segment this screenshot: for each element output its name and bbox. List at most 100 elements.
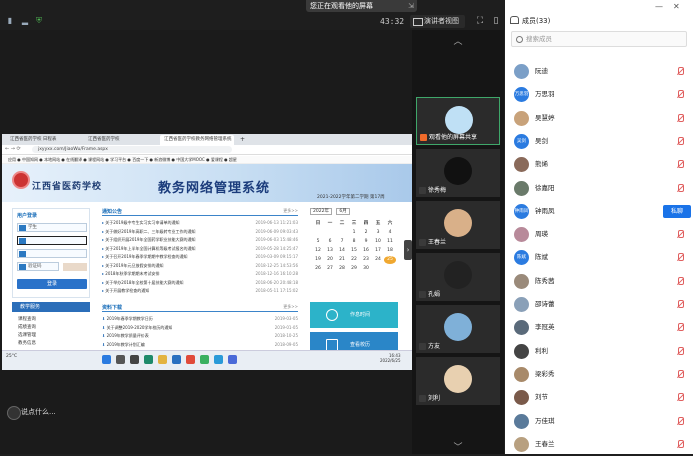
calendar-day[interactable]: 28	[336, 265, 348, 273]
video-tile[interactable]: 刘利	[416, 357, 500, 405]
member-search-input[interactable]: 搜索成员	[511, 31, 687, 47]
collapse-panel-icon[interactable]: ›	[404, 240, 412, 260]
schedule-tile[interactable]: 作息时间	[310, 302, 398, 328]
wechat-icon[interactable]	[200, 355, 209, 364]
calendar-day[interactable]: 17	[372, 247, 384, 255]
member-row[interactable]: 陈秀茜	[505, 270, 693, 293]
browser-tab[interactable]: 江西省医药学校 日程表	[6, 135, 60, 145]
download-item[interactable]: ⬇ 2019年春季学期教学日历 2019-03-05	[102, 315, 298, 322]
edge-icon[interactable]	[144, 355, 153, 364]
calendar-day[interactable]: 21	[336, 256, 348, 264]
edu-menu-item[interactable]: 教务信息	[18, 340, 36, 346]
calendar-day[interactable]: 14	[336, 247, 348, 255]
meeting-app-icon[interactable]	[214, 355, 223, 364]
member-row[interactable]: 邵诗蕾	[505, 293, 693, 316]
download-more-link[interactable]: 更多>>	[283, 304, 298, 310]
calendar-day[interactable]: 9	[360, 238, 372, 246]
download-item[interactable]: ⬇ 2019年教学质量评价表 2018-10-25	[102, 332, 298, 339]
notice-item[interactable]: ▸ 关于召开2019年春季学期期中教学检查的通知 2019-03-09 09:15…	[102, 253, 298, 260]
member-row[interactable]: 周瑛	[505, 223, 693, 246]
member-row[interactable]: 阮迪	[505, 60, 693, 83]
security-shield-icon[interactable]: ⛨	[34, 16, 44, 26]
member-row[interactable]: 吴慧婷	[505, 107, 693, 130]
login-button[interactable]: 登录	[17, 279, 87, 289]
notice-item[interactable]: ▸ 关于组织开展2019年全国药学职业技能大赛的通知 2019-06-03 15:…	[102, 236, 298, 243]
calendar-day[interactable]: 22	[348, 256, 360, 264]
calendar-day[interactable]: 29	[348, 265, 360, 273]
calendar-day[interactable]: 25	[384, 256, 396, 264]
notice-item[interactable]: ▸ 关于2019年上半年全国计算机等级考试报名的通知 2019-05-28 14:…	[102, 245, 298, 252]
member-row[interactable]: 万思羽 万思羽	[505, 83, 693, 106]
notice-item[interactable]: ▸ 关于2019年元旦放假安排的通知 2018-12-25 14:53:56	[102, 262, 298, 269]
video-tile[interactable]: 徐秀梅	[416, 149, 500, 197]
download-item[interactable]: ⬇ 2019年教学计划汇编 2018-09-05	[102, 341, 298, 348]
edu-menu-item[interactable]: 课程查询	[18, 316, 36, 322]
calendar-day[interactable]: 4	[384, 229, 396, 237]
member-row[interactable]: 利利	[505, 340, 693, 363]
calendar-day[interactable]: 7	[336, 238, 348, 246]
calendar-day[interactable]: 2	[360, 229, 372, 237]
member-row[interactable]: 陈斌 陈斌	[505, 246, 693, 269]
new-tab-icon[interactable]: +	[236, 135, 249, 145]
notice-item[interactable]: ▸ 关于2019级中专生实习实习申请单的通知 2019-06-13 11:21:0…	[102, 219, 298, 226]
calendar-day[interactable]: 11	[384, 238, 396, 246]
calendar-month-select[interactable]: 6月	[336, 208, 350, 215]
task-view-icon[interactable]	[130, 355, 139, 364]
browser-tab[interactable]: 江西省医药学校	[84, 135, 124, 145]
calendar-day[interactable]: 3	[372, 229, 384, 237]
notice-more-link[interactable]: 更多>>	[283, 208, 298, 214]
calendar-day[interactable]: 30	[360, 265, 372, 273]
calendar-day[interactable]: 6	[324, 238, 336, 246]
notice-item[interactable]: ▸ 2018年秋季学期期末考试安排 2018-12-16 16:10:28	[102, 270, 298, 277]
edu-menu-item[interactable]: 选课管理	[18, 332, 36, 338]
search-icon[interactable]	[116, 355, 125, 364]
member-row[interactable]: 梁彩秀	[505, 363, 693, 386]
edu-menu-item[interactable]: 成绩查询	[18, 324, 36, 330]
app-icon[interactable]	[186, 355, 195, 364]
member-row[interactable]: 徐嘉阳	[505, 177, 693, 200]
calendar-day[interactable]: 27	[324, 265, 336, 273]
video-tile[interactable]: 孔娟	[416, 253, 500, 301]
captcha-input[interactable]: 验证码	[17, 262, 59, 271]
browser-app-icon[interactable]	[228, 355, 237, 364]
download-item[interactable]: ⬇ 关于调整2019-2020学年校历的通知 2019-01-05	[102, 324, 298, 331]
username-input[interactable]	[17, 236, 87, 245]
calendar-year-select[interactable]: 2022年	[310, 208, 332, 215]
calendar-day[interactable]: 5	[312, 238, 324, 246]
phone-icon[interactable]: ▮	[5, 16, 15, 26]
notice-item[interactable]: ▸ 关于举办2018年全校第十届技能大赛的通知 2018-06-20 20:48:…	[102, 279, 298, 286]
calendar-day[interactable]: 18	[384, 247, 396, 255]
calendar-day[interactable]: 24	[372, 256, 384, 264]
member-row[interactable]: 万佳琪	[505, 410, 693, 433]
calendar-day[interactable]: 16	[360, 247, 372, 255]
nav-back-icon[interactable]: ← → ⟳	[5, 146, 21, 152]
video-tile[interactable]: 观看他的屏幕共享	[416, 97, 500, 145]
calendar-day[interactable]: 8	[348, 238, 360, 246]
calendar-day[interactable]: 20	[324, 256, 336, 264]
calendar-day[interactable]: 15	[348, 247, 360, 255]
calendar-day[interactable]: 19	[312, 256, 324, 264]
explorer-icon[interactable]	[158, 355, 167, 364]
calendar-day[interactable]: 26	[312, 265, 324, 273]
member-row[interactable]: 吴剑 吴剑	[505, 130, 693, 153]
video-tile[interactable]: 方友	[416, 305, 500, 353]
member-row[interactable]: 熊烯	[505, 153, 693, 176]
bookmarks-bar[interactable]: 应用 ● 中国知网 ● 本地网站 ● 在线翻译 ● 课程网站 ● 学习平台 ● …	[2, 156, 412, 164]
calendar-day[interactable]: 1	[348, 229, 360, 237]
calendar-day[interactable]: 13	[324, 247, 336, 255]
member-row[interactable]: 刘节	[505, 386, 693, 409]
start-icon[interactable]	[102, 355, 111, 364]
browser-tab-active[interactable]: 江西省医药学校教务网络管理系统	[160, 135, 234, 145]
password-input[interactable]	[17, 249, 87, 258]
captcha-image[interactable]	[63, 263, 87, 271]
url-field[interactable]: jxyyxx.com/JiaoWu/Frame.aspx	[32, 146, 232, 153]
calendar-day[interactable]: 10	[372, 238, 384, 246]
video-tile[interactable]: 王春兰	[416, 201, 500, 249]
notice-item[interactable]: ▸ 关于开展教学检查的通知 2018-05-11 17:15:02	[102, 287, 298, 294]
weather-widget[interactable]: 25°C	[6, 354, 17, 359]
calendar-day[interactable]: 12	[312, 247, 324, 255]
member-row[interactable]: 李冠英	[505, 316, 693, 339]
calendar-day[interactable]: 23	[360, 256, 372, 264]
chat-input[interactable]: 说点什么...	[6, 405, 56, 420]
user-type-select[interactable]: 学生	[17, 223, 87, 232]
